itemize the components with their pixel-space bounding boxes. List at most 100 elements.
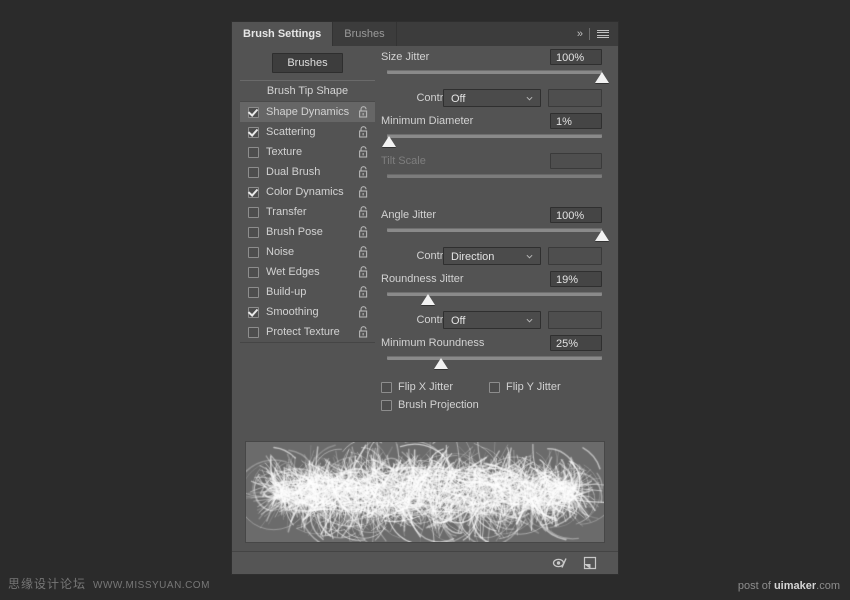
flip-y-jitter-checkbox[interactable]: Flip Y Jitter: [489, 381, 561, 393]
minimum-diameter-value[interactable]: 1%: [550, 113, 602, 129]
brush-option-checkbox[interactable]: [248, 326, 259, 338]
tilt-scale-track: [387, 174, 602, 178]
flip-x-jitter-checkbox[interactable]: Flip X Jitter: [381, 381, 453, 393]
minimum-diameter-thumb[interactable]: [382, 136, 397, 147]
brush-projection-checkbox-box[interactable]: [381, 399, 392, 411]
angle-jitter-slider[interactable]: [387, 226, 609, 244]
brush-option-row[interactable]: Scattering: [240, 122, 375, 142]
size-control-side-field[interactable]: [548, 89, 602, 107]
brushes-button[interactable]: Brushes: [272, 53, 343, 73]
roundness-jitter-value[interactable]: 19%: [550, 271, 602, 287]
lock-icon[interactable]: [358, 326, 369, 338]
brush-tip-shape-header[interactable]: Brush Tip Shape: [240, 81, 375, 102]
brush-option-checkbox[interactable]: [248, 286, 259, 298]
watermark-left: 思缘设计论坛 WWW.MISSYUAN.COM: [8, 575, 210, 592]
brush-projection-checkbox[interactable]: Brush Projection: [381, 399, 479, 411]
brush-option-label: Noise: [266, 246, 295, 258]
flip-jitter-row: Flip X Jitter Flip Y Jitter: [381, 378, 610, 396]
lock-icon[interactable]: [358, 126, 369, 138]
brush-preview-toggle-icon[interactable]: [552, 556, 568, 570]
brush-option-checkbox[interactable]: [248, 266, 259, 278]
brush-option-row[interactable]: Texture: [240, 142, 375, 162]
brush-option-row[interactable]: Noise: [240, 242, 375, 262]
shape-dynamics-settings: Size Jitter 100% Control: Off Minimum Di…: [381, 46, 610, 414]
brush-option-checkbox[interactable]: [248, 166, 259, 178]
roundness-jitter-thumb[interactable]: [420, 294, 435, 305]
minimum-roundness-thumb[interactable]: [433, 358, 448, 369]
brush-option-label: Brush Pose: [266, 226, 323, 238]
roundness-jitter-slider[interactable]: [387, 290, 602, 308]
chevron-down-icon: [526, 318, 533, 323]
lock-icon[interactable]: [358, 306, 369, 318]
angle-jitter-value[interactable]: 100%: [550, 207, 602, 223]
brush-option-row[interactable]: Color Dynamics: [240, 182, 375, 202]
brush-stroke-canvas: [246, 442, 604, 542]
brush-option-label: Smoothing: [266, 306, 319, 318]
angle-control-value: Direction: [451, 251, 495, 263]
roundness-control-dropdown[interactable]: Off: [443, 311, 541, 329]
minimum-diameter-label: Minimum Diameter: [381, 115, 474, 127]
panel-menu-icon[interactable]: [597, 29, 609, 39]
lock-icon[interactable]: [358, 266, 369, 278]
brush-option-label: Shape Dynamics: [266, 106, 350, 118]
size-jitter-thumb[interactable]: [595, 72, 609, 83]
lock-icon[interactable]: [358, 246, 369, 258]
brush-option-row[interactable]: Smoothing: [240, 302, 375, 322]
brush-option-row[interactable]: Protect Texture: [240, 322, 375, 342]
brush-option-checkbox[interactable]: [248, 246, 259, 258]
lock-icon[interactable]: [358, 286, 369, 298]
size-jitter-slider[interactable]: [387, 68, 609, 86]
brush-option-label: Color Dynamics: [266, 186, 344, 198]
chevron-down-icon: [526, 96, 533, 101]
flip-y-jitter-label: Flip Y Jitter: [506, 381, 561, 393]
tilt-scale-label: Tilt Scale: [381, 155, 426, 167]
lock-icon[interactable]: [358, 226, 369, 238]
brush-option-row[interactable]: Transfer: [240, 202, 375, 222]
roundness-control-side-field[interactable]: [548, 311, 602, 329]
size-jitter-label: Size Jitter: [381, 51, 430, 63]
lock-icon[interactable]: [358, 186, 369, 198]
watermark-right-suffix: .com: [816, 580, 840, 592]
minimum-roundness-slider[interactable]: [387, 354, 602, 372]
watermark-right: post of uimaker.com: [738, 580, 840, 592]
size-jitter-track: [387, 70, 602, 74]
brush-option-row[interactable]: Dual Brush: [240, 162, 375, 182]
flip-y-checkbox-box[interactable]: [489, 381, 500, 393]
create-new-brush-icon[interactable]: [582, 556, 598, 570]
minimum-roundness-value[interactable]: 25%: [550, 335, 602, 351]
panel-body: Brushes Brush Tip Shape Shape Dynamics Sc…: [232, 46, 618, 551]
flip-x-checkbox-box[interactable]: [381, 381, 392, 393]
brush-option-row[interactable]: Build-up: [240, 282, 375, 302]
angle-control-side-field[interactable]: [548, 247, 602, 265]
lock-icon[interactable]: [358, 106, 369, 118]
watermark-right-prefix: post of: [737, 580, 774, 592]
minimum-diameter-slider[interactable]: [382, 132, 602, 150]
brush-option-checkbox[interactable]: [248, 206, 259, 218]
lock-icon[interactable]: [358, 166, 369, 178]
brush-option-checkbox[interactable]: [248, 186, 259, 198]
brush-option-checkbox[interactable]: [248, 146, 259, 158]
tab-brushes[interactable]: Brushes: [333, 22, 397, 46]
tab-bar-spacer: [396, 22, 577, 46]
brush-option-checkbox[interactable]: [248, 226, 259, 238]
brush-option-checkbox[interactable]: [248, 106, 259, 118]
brush-option-checkbox[interactable]: [248, 126, 259, 138]
roundness-control-row: Control: Off: [381, 308, 610, 332]
size-control-dropdown[interactable]: Off: [443, 89, 541, 107]
brush-option-row[interactable]: Brush Pose: [240, 222, 375, 242]
brush-option-label: Dual Brush: [266, 166, 321, 178]
brush-option-row[interactable]: Shape Dynamics: [240, 102, 375, 122]
size-jitter-value[interactable]: 100%: [550, 49, 602, 65]
brush-option-row[interactable]: Wet Edges: [240, 262, 375, 282]
lock-icon[interactable]: [358, 206, 369, 218]
angle-jitter-thumb[interactable]: [595, 230, 609, 241]
brush-stroke-preview[interactable]: [245, 441, 605, 543]
collapse-chevrons-icon[interactable]: »: [577, 28, 583, 40]
tilt-scale-slider: [387, 172, 602, 190]
brush-option-label: Texture: [266, 146, 303, 158]
brush-option-checkbox[interactable]: [248, 306, 259, 318]
angle-control-dropdown[interactable]: Direction: [443, 247, 541, 265]
size-jitter-row: Size Jitter 100%: [381, 46, 610, 68]
tab-brush-settings[interactable]: Brush Settings: [232, 22, 334, 46]
lock-icon[interactable]: [358, 146, 369, 158]
